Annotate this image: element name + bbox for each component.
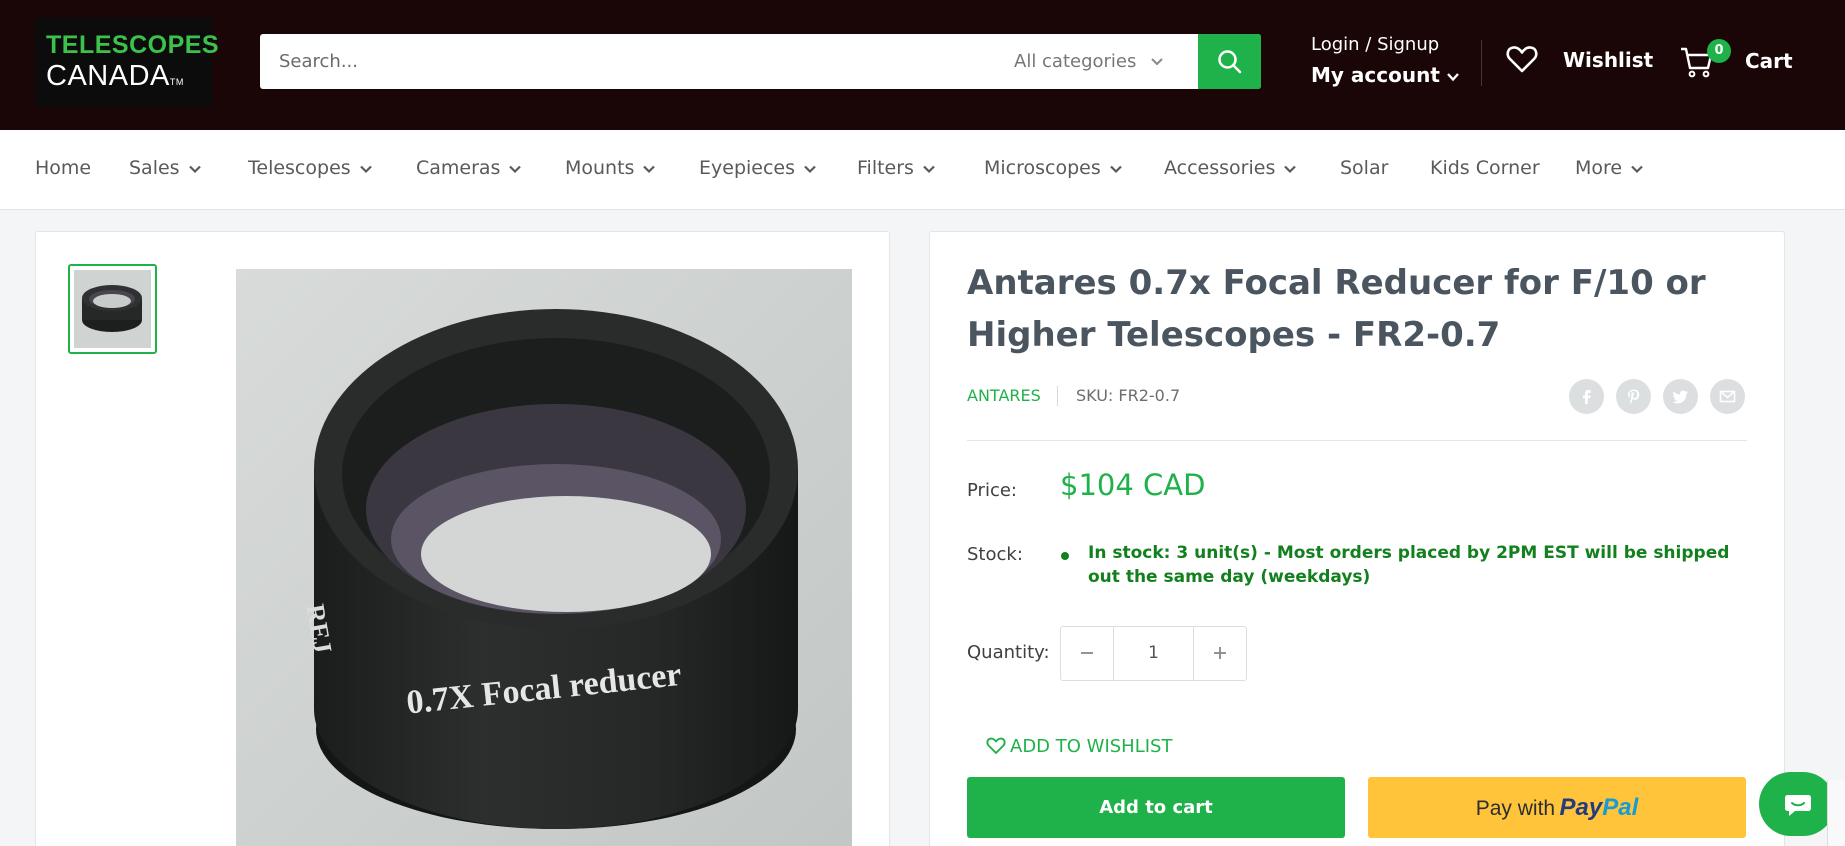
nav-item-telescopes[interactable]: Telescopes bbox=[248, 157, 373, 179]
nav-item-accessories[interactable]: Accessories bbox=[1164, 157, 1297, 179]
paypal-button[interactable]: Pay with PayPal bbox=[1368, 777, 1746, 838]
focal-reducer-photo: 0.7X Focal reducer REJ bbox=[301, 309, 798, 829]
paypal-logo-pal: Pal bbox=[1602, 794, 1639, 821]
cart-count-badge: 0 bbox=[1707, 39, 1731, 63]
nav-item-kids-corner[interactable]: Kids Corner bbox=[1430, 157, 1540, 179]
divider bbox=[967, 440, 1747, 441]
paypal-logo-pay: Pay bbox=[1559, 794, 1603, 821]
product-thumbnail[interactable] bbox=[68, 264, 157, 354]
my-account-toggle[interactable]: My account bbox=[1311, 63, 1460, 87]
chevron-down-icon bbox=[1284, 165, 1297, 173]
chevron-down-icon bbox=[923, 165, 935, 173]
thumbnail-image bbox=[74, 270, 151, 348]
quantity-increase-button[interactable] bbox=[1193, 627, 1246, 680]
nav-item-solar[interactable]: Solar bbox=[1340, 157, 1388, 179]
nav-item-sales[interactable]: Sales bbox=[129, 157, 202, 179]
email-icon bbox=[1719, 390, 1736, 403]
login-link[interactable]: Login / Signup bbox=[1311, 34, 1439, 55]
nav-item-home[interactable]: Home bbox=[35, 157, 91, 179]
chevron-down-icon bbox=[359, 165, 372, 173]
product-price: $104 CAD bbox=[1060, 468, 1206, 502]
share-email-button[interactable] bbox=[1710, 379, 1745, 414]
lens-thumbnail-graphic bbox=[82, 285, 142, 332]
chevron-down-icon bbox=[1631, 165, 1643, 173]
nav-item-microscopes[interactable]: Microscopes bbox=[984, 157, 1123, 179]
facebook-icon bbox=[1583, 390, 1591, 404]
quantity-label: Quantity: bbox=[967, 642, 1050, 663]
account-menu[interactable]: Login / Signup My account bbox=[1311, 34, 1459, 87]
nav-item-filters[interactable]: Filters bbox=[857, 157, 936, 179]
heart-icon bbox=[1506, 46, 1538, 73]
share-pinterest-button[interactable] bbox=[1616, 379, 1651, 414]
chevron-down-icon bbox=[1447, 72, 1459, 81]
search-input[interactable] bbox=[260, 34, 980, 89]
main-navigation: Home Sales Telescopes Cameras Mounts Eye… bbox=[0, 130, 1845, 210]
minus-icon bbox=[1081, 652, 1093, 654]
stock-label: Stock: bbox=[967, 544, 1023, 565]
product-sku: SKU: FR2-0.7 bbox=[1076, 386, 1181, 405]
chevron-down-icon bbox=[509, 165, 522, 173]
paypal-prefix: Pay with bbox=[1475, 797, 1556, 820]
search-icon bbox=[1218, 50, 1242, 74]
quantity-stepper: 1 bbox=[1060, 626, 1247, 681]
add-to-wishlist-button[interactable]: ADD TO WISHLIST bbox=[986, 736, 1172, 757]
search-bar: All categories bbox=[260, 34, 1261, 89]
cart-label: Cart bbox=[1745, 49, 1793, 73]
chevron-down-icon bbox=[1109, 165, 1122, 173]
category-select[interactable]: All categories bbox=[1014, 34, 1136, 89]
chat-widget-button[interactable] bbox=[1759, 772, 1835, 836]
heart-outline-icon bbox=[986, 737, 1006, 754]
nav-item-cameras[interactable]: Cameras bbox=[416, 157, 522, 179]
chat-icon bbox=[1785, 795, 1811, 816]
stock-status-dot bbox=[1061, 552, 1069, 560]
chevron-down-icon bbox=[804, 165, 816, 173]
search-button[interactable] bbox=[1198, 34, 1261, 89]
site-logo[interactable]: TELESCOPES CANADATM bbox=[35, 17, 219, 107]
nav-item-eyepieces[interactable]: Eyepieces bbox=[699, 157, 817, 179]
nav-item-more[interactable]: More bbox=[1575, 157, 1644, 179]
chevron-down-icon bbox=[1151, 58, 1163, 66]
chevron-down-icon bbox=[643, 165, 656, 173]
logo-line1: TELESCOPES bbox=[46, 31, 220, 59]
nav-item-mounts[interactable]: Mounts bbox=[565, 157, 656, 179]
recaptcha-badge bbox=[1827, 780, 1845, 846]
twitter-icon bbox=[1672, 390, 1688, 404]
product-title: Antares 0.7x Focal Reducer for F/10 or H… bbox=[967, 263, 1706, 355]
header-divider bbox=[1481, 40, 1482, 86]
logo-line2: CANADATM bbox=[46, 60, 184, 92]
chevron-down-icon bbox=[188, 165, 201, 173]
share-facebook-button[interactable] bbox=[1569, 379, 1604, 414]
quantity-decrease-button[interactable] bbox=[1061, 627, 1114, 680]
meta-divider bbox=[1057, 386, 1058, 406]
vendor-link[interactable]: ANTARES bbox=[967, 386, 1041, 405]
share-twitter-button[interactable] bbox=[1663, 379, 1698, 414]
stock-status-text: In stock: 3 unit(s) - Most orders placed… bbox=[1088, 543, 1730, 587]
price-label: Price: bbox=[967, 480, 1017, 501]
quantity-input[interactable]: 1 bbox=[1114, 627, 1193, 680]
product-main-image[interactable]: 0.7X Focal reducer REJ bbox=[236, 269, 852, 846]
pinterest-icon bbox=[1628, 389, 1640, 404]
wishlist-label: Wishlist bbox=[1563, 48, 1654, 72]
plus-icon bbox=[1214, 647, 1226, 659]
site-header: TELESCOPES CANADATM All categories Login… bbox=[0, 0, 1845, 130]
add-to-cart-button[interactable]: Add to cart bbox=[967, 777, 1345, 838]
